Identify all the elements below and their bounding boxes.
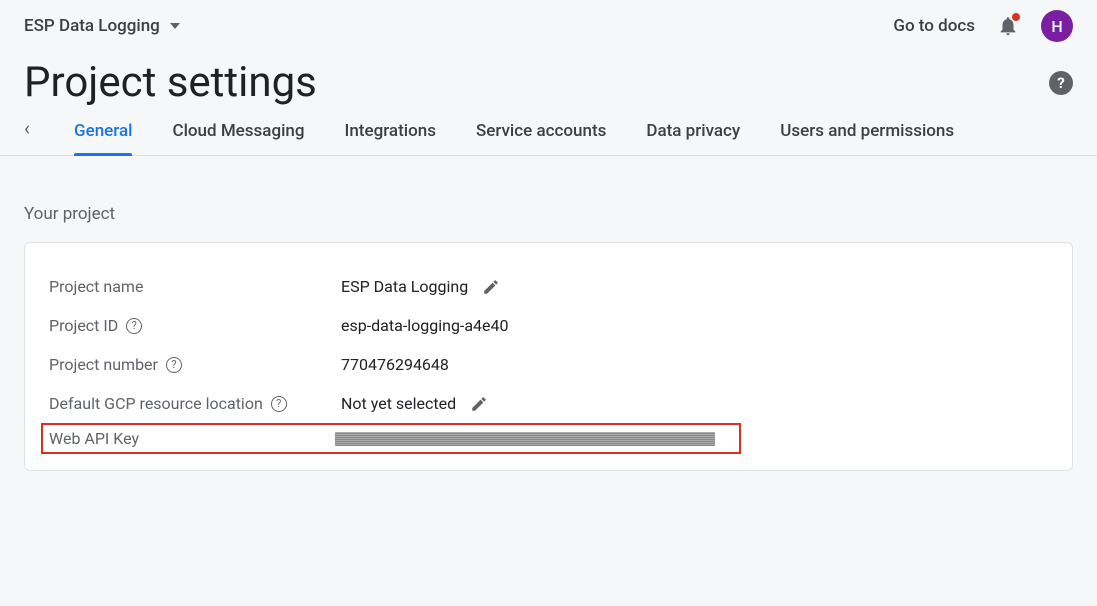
field-value: ESP Data Logging <box>341 277 468 296</box>
field-label: Project ID <box>49 316 118 335</box>
edit-icon[interactable] <box>470 395 488 413</box>
tab-data-privacy[interactable]: Data privacy <box>646 115 740 155</box>
caret-down-icon <box>170 23 180 29</box>
info-icon[interactable]: ? <box>271 396 287 412</box>
tab-service-accounts[interactable]: Service accounts <box>476 115 606 155</box>
field-label: Project number <box>49 355 158 374</box>
tab-general[interactable]: General <box>74 115 132 155</box>
field-project-name: Project name ESP Data Logging <box>49 267 1048 306</box>
project-selector[interactable]: ESP Data Logging <box>24 16 180 36</box>
info-icon[interactable]: ? <box>126 318 142 334</box>
field-value: 770476294648 <box>341 355 449 374</box>
redacted-value <box>335 432 715 446</box>
notifications-button[interactable] <box>997 15 1019 37</box>
field-label: Default GCP resource location <box>49 394 263 413</box>
web-api-key-highlight: Web API Key <box>41 423 741 454</box>
tabs: ‹ General Cloud Messaging Integrations S… <box>0 115 1097 156</box>
project-card: Project name ESP Data Logging Project ID… <box>24 242 1073 471</box>
info-icon[interactable]: ? <box>166 357 182 373</box>
field-gcp-location: Default GCP resource location ? Not yet … <box>49 384 1048 423</box>
help-icon[interactable]: ? <box>1049 71 1073 95</box>
go-to-docs-link[interactable]: Go to docs <box>893 16 975 36</box>
avatar[interactable]: H <box>1041 10 1073 42</box>
field-value: Not yet selected <box>341 394 456 413</box>
tabs-back-button[interactable]: ‹ <box>24 116 34 154</box>
tab-cloud-messaging[interactable]: Cloud Messaging <box>172 115 304 155</box>
field-project-id: Project ID ? esp-data-logging-a4e40 <box>49 306 1048 345</box>
edit-icon[interactable] <box>482 278 500 296</box>
field-label: Web API Key <box>49 429 335 448</box>
field-project-number: Project number ? 770476294648 <box>49 345 1048 384</box>
notification-dot-icon <box>1012 13 1020 21</box>
project-name: ESP Data Logging <box>24 16 160 36</box>
field-value: esp-data-logging-a4e40 <box>341 316 509 335</box>
page-title: Project settings <box>24 58 317 107</box>
tab-users-permissions[interactable]: Users and permissions <box>780 115 954 155</box>
tab-integrations[interactable]: Integrations <box>345 115 436 155</box>
section-label: Your project <box>0 156 1097 236</box>
field-label: Project name <box>49 277 341 296</box>
